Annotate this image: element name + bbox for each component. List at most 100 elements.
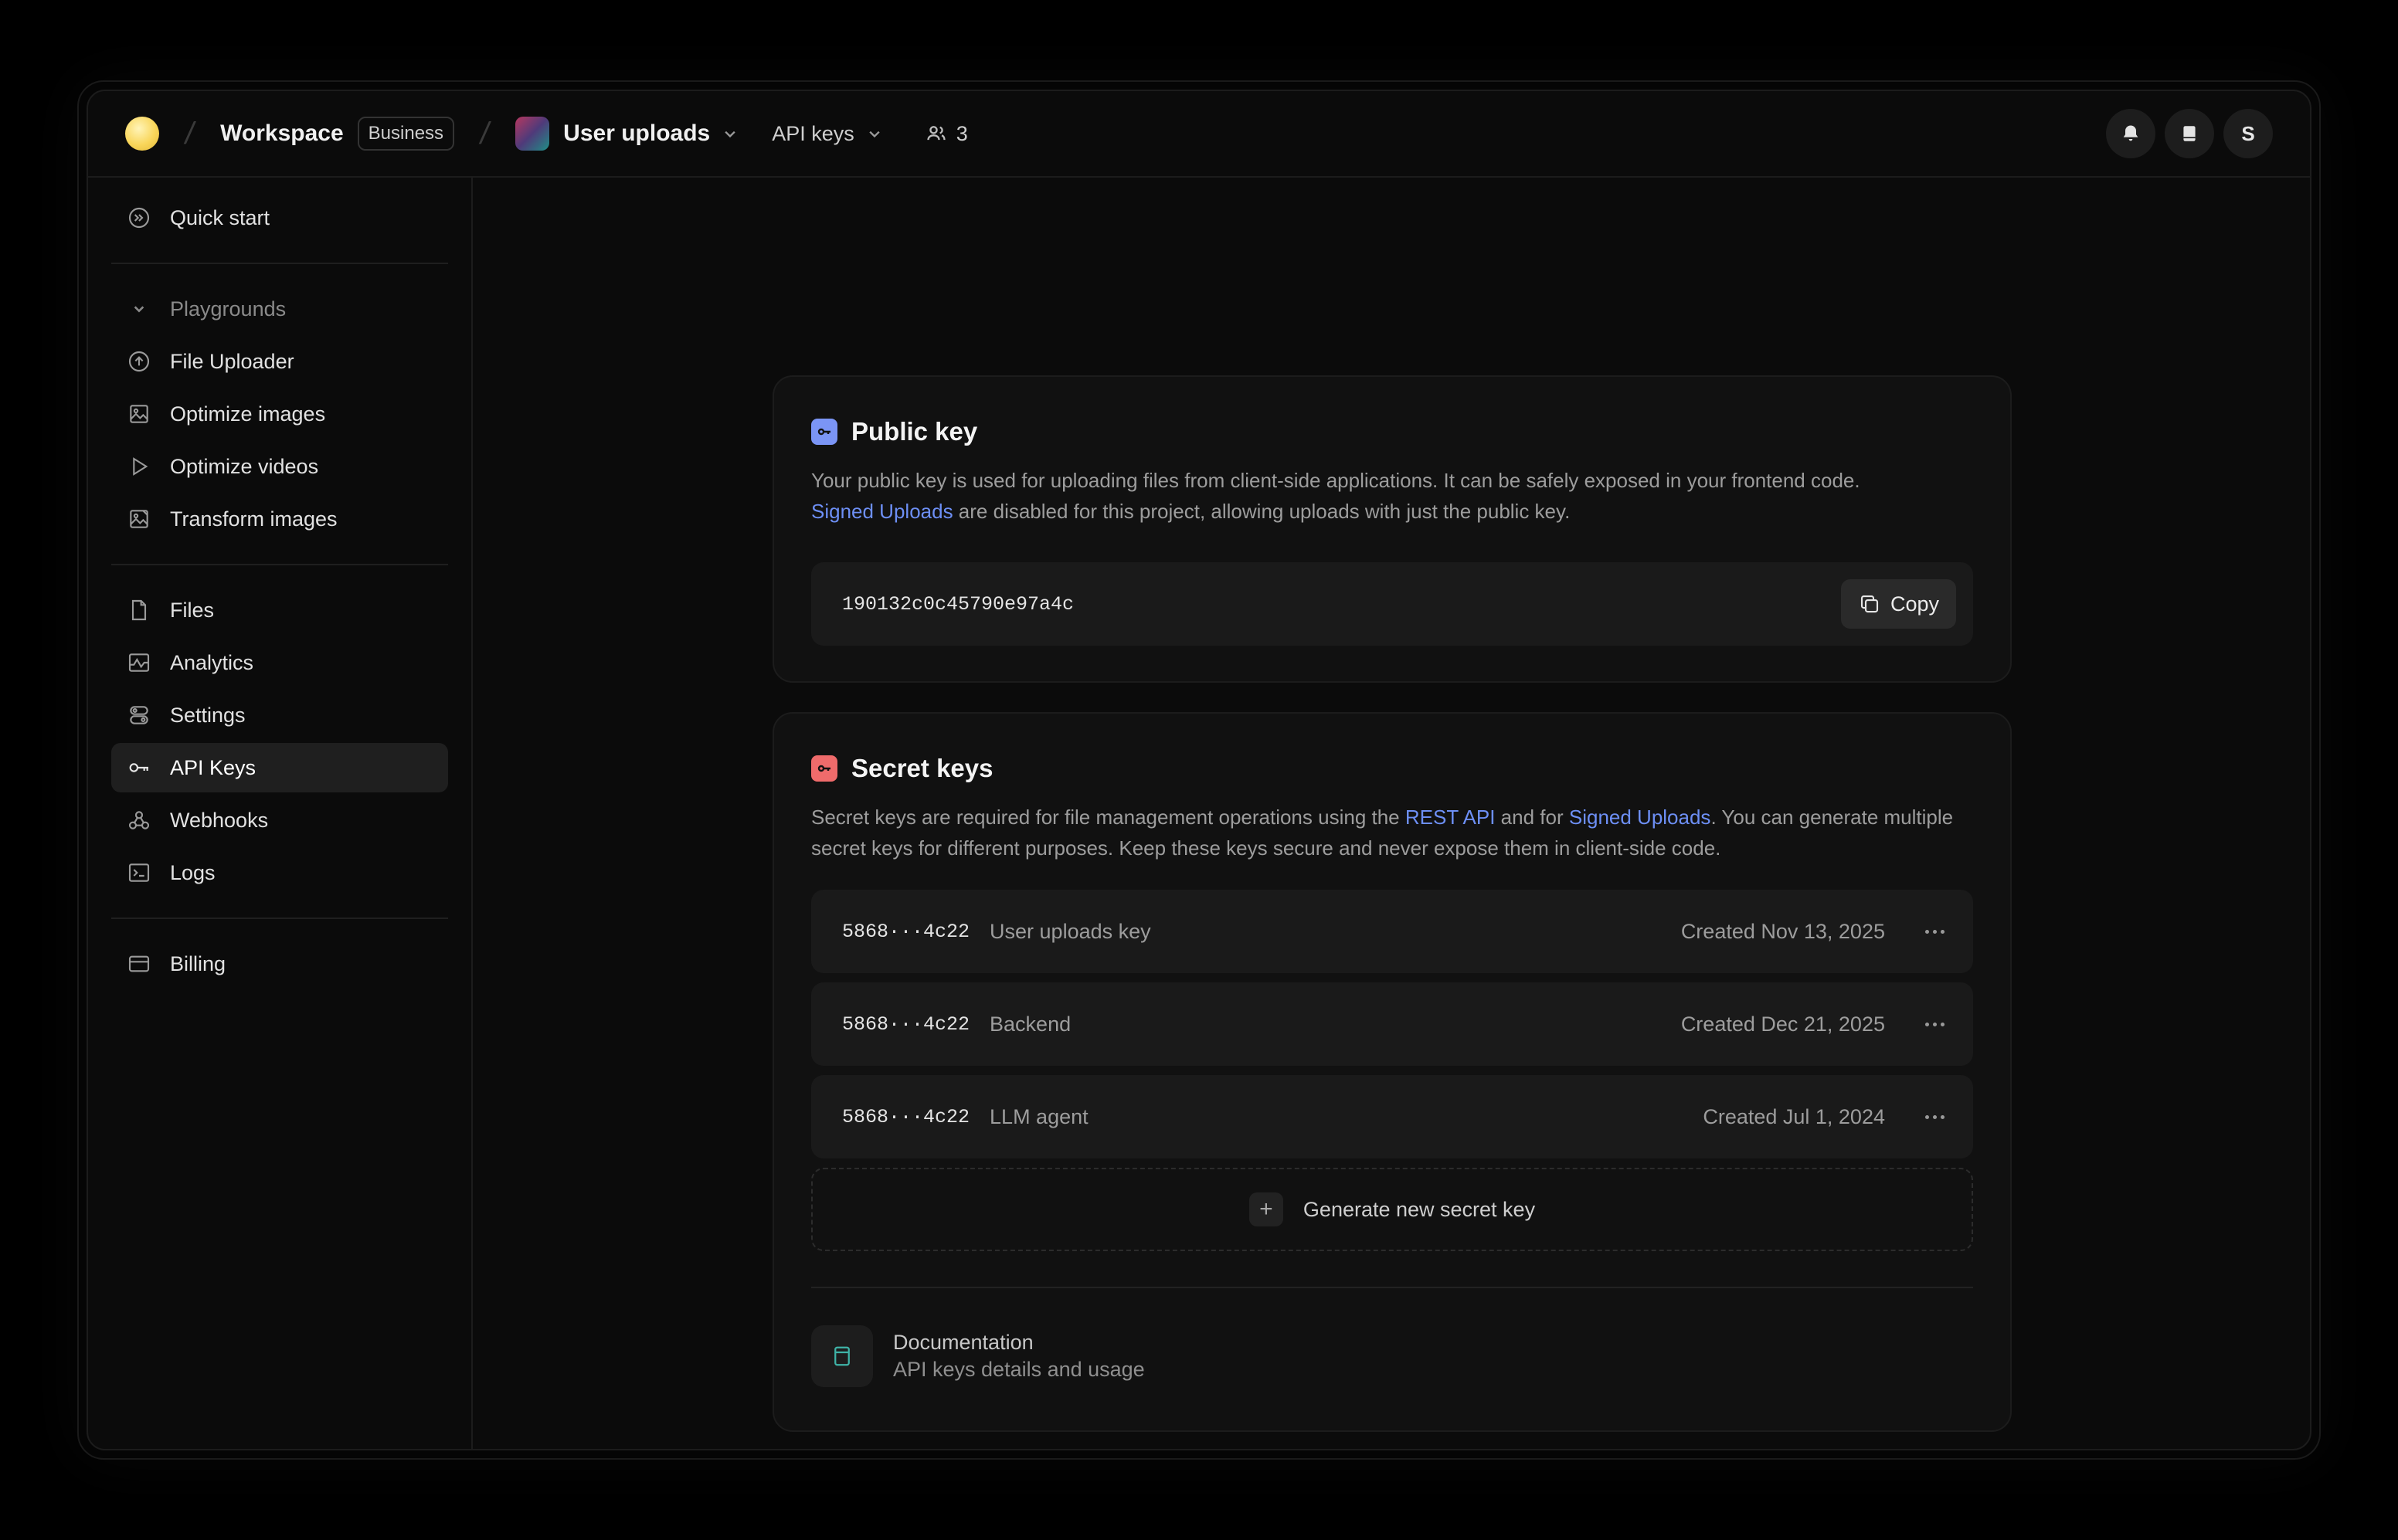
doc-title: Documentation <box>893 1331 1034 1354</box>
generate-secret-key-button[interactable]: + Generate new secret key <box>811 1168 1973 1251</box>
breadcrumb-separator: / <box>477 116 493 151</box>
sidebar-divider <box>111 918 448 919</box>
card-description: Secret keys are required for file manage… <box>811 802 1973 863</box>
app-logo[interactable] <box>125 117 159 151</box>
copy-icon <box>1860 595 1879 613</box>
upload-icon <box>128 351 150 372</box>
sidebar-item-label: Files <box>170 598 215 622</box>
credit-card-icon <box>128 955 150 972</box>
public-key-card: Public key Your public key is used for u… <box>773 375 2012 683</box>
top-bar: / Workspace Business / User uploads API … <box>88 91 2310 178</box>
secret-key-created: Created Nov 13, 2025 <box>1680 919 1885 943</box>
book-icon <box>811 1325 873 1387</box>
group-label: Playgrounds <box>170 297 287 321</box>
sidebar-item-settings[interactable]: Settings <box>111 690 448 740</box>
chevron-down-icon <box>869 131 880 138</box>
webhook-icon <box>128 811 150 829</box>
secret-key-row: 5868···4c22 LLM agent Created Jul 1, 202… <box>811 1075 1973 1158</box>
secret-key-row: 5868···4c22 Backend Created Dec 21, 2025 <box>811 982 1973 1066</box>
desc-text: and for <box>1495 806 1569 829</box>
card-description: Your public key is used for uploading fi… <box>811 465 1973 527</box>
project-switcher[interactable]: User uploads <box>563 120 710 147</box>
fast-forward-icon <box>128 207 150 229</box>
settings-icon <box>130 706 148 724</box>
sidebar-item-transform-images[interactable]: Transform images <box>111 494 448 544</box>
members-count: 3 <box>956 121 968 145</box>
book-icon <box>2183 126 2196 141</box>
sidebar-item-optimize-videos[interactable]: Optimize videos <box>111 442 448 491</box>
copy-button[interactable]: Copy <box>1840 579 1956 629</box>
chevron-down-icon <box>134 306 144 313</box>
more-options-icon[interactable] <box>1919 929 1950 934</box>
sidebar-item-logs[interactable]: Logs <box>111 848 448 897</box>
sidebar-item-label: Optimize images <box>170 402 326 426</box>
desc-text: Your public key is used for uploading fi… <box>811 469 1860 492</box>
image-transform-icon <box>130 510 148 528</box>
sidebar-item-optimize-images[interactable]: Optimize images <box>111 389 448 439</box>
public-key-field: 190132c0c45790e97a4c Copy <box>811 562 1973 646</box>
sidebar-item-label: Transform images <box>170 507 338 531</box>
sidebar-item-analytics[interactable]: Analytics <box>111 638 448 687</box>
section-dropdown[interactable]: API keys <box>772 122 885 146</box>
secret-key-row: 5868···4c22 User uploads key Created Nov… <box>811 890 1973 973</box>
playgrounds-group-toggle[interactable]: Playgrounds <box>111 284 448 334</box>
signed-uploads-link[interactable]: Signed Uploads <box>811 500 953 523</box>
members-button[interactable]: 3 <box>926 122 968 146</box>
notifications-button[interactable] <box>2106 109 2155 158</box>
sidebar-divider <box>111 263 448 264</box>
documentation-link[interactable]: Documentation API keys details and usage <box>811 1288 1973 1430</box>
main-content: Public key Your public key is used for u… <box>473 178 2310 1449</box>
sidebar-item-billing[interactable]: Billing <box>111 939 448 989</box>
card-title: Public key <box>851 417 978 446</box>
sidebar-item-label: File Uploader <box>170 349 294 373</box>
secret-key-masked: 5868···4c22 <box>842 1013 970 1036</box>
avatar[interactable]: S <box>2223 109 2273 158</box>
section-dropdown-label: API keys <box>772 121 854 145</box>
terminal-icon <box>128 863 150 882</box>
desc-text: Secret keys are required for file manage… <box>811 806 1405 829</box>
sidebar-item-files[interactable]: Files <box>111 585 448 635</box>
sidebar-item-api-keys[interactable]: API Keys <box>111 743 448 792</box>
signed-uploads-link[interactable]: Signed Uploads <box>1569 806 1711 829</box>
file-icon <box>131 599 147 621</box>
rest-api-link[interactable]: REST API <box>1405 806 1496 829</box>
more-options-icon[interactable] <box>1919 1114 1950 1119</box>
card-title: Secret keys <box>851 754 994 782</box>
sidebar-item-label: API Keys <box>170 755 256 779</box>
sidebar-item-file-uploader[interactable]: File Uploader <box>111 337 448 386</box>
sidebar-item-label: Analytics <box>170 650 254 674</box>
sidebar-item-webhooks[interactable]: Webhooks <box>111 795 448 845</box>
project-icon <box>515 117 550 151</box>
image-icon <box>130 405 148 423</box>
secret-key-created: Created Dec 21, 2025 <box>1680 1012 1885 1036</box>
plus-icon: + <box>1248 1192 1283 1226</box>
sidebar-item-quick-start[interactable]: Quick start <box>111 193 448 243</box>
doc-subtitle: API keys details and usage <box>893 1358 1145 1381</box>
bell-icon <box>2123 125 2138 141</box>
secret-keys-card: Secret keys Secret keys are required for… <box>773 712 2012 1432</box>
sidebar-item-label: Webhooks <box>170 808 269 832</box>
secret-key-name: User uploads key <box>990 919 1151 943</box>
secret-key-created: Created Jul 1, 2024 <box>1703 1104 1885 1128</box>
docs-button[interactable] <box>2165 109 2214 158</box>
breadcrumb-separator: / <box>182 116 198 151</box>
sidebar-item-label: Settings <box>170 703 246 727</box>
key-icon <box>129 763 148 772</box>
plan-badge: Business <box>357 117 455 151</box>
workspace-name[interactable]: Workspace <box>220 120 344 147</box>
sidebar-item-label: Billing <box>170 951 226 975</box>
chevron-down-icon[interactable] <box>719 123 741 144</box>
app-window: / Workspace Business / User uploads API … <box>87 90 2311 1450</box>
copy-label: Copy <box>1890 592 1939 616</box>
sidebar: Quick start Playgrounds File Uploader Op… <box>88 178 473 1449</box>
more-options-icon[interactable] <box>1919 1022 1950 1026</box>
users-icon <box>927 126 946 141</box>
analytics-icon <box>128 653 150 672</box>
public-key-value[interactable]: 190132c0c45790e97a4c <box>842 593 1074 616</box>
sidebar-item-label: Logs <box>170 860 216 884</box>
sidebar-item-label: Quick start <box>170 205 270 229</box>
key-icon <box>811 755 837 782</box>
secret-key-name: Backend <box>990 1012 1072 1036</box>
sidebar-divider <box>111 564 448 565</box>
key-icon <box>811 419 837 445</box>
